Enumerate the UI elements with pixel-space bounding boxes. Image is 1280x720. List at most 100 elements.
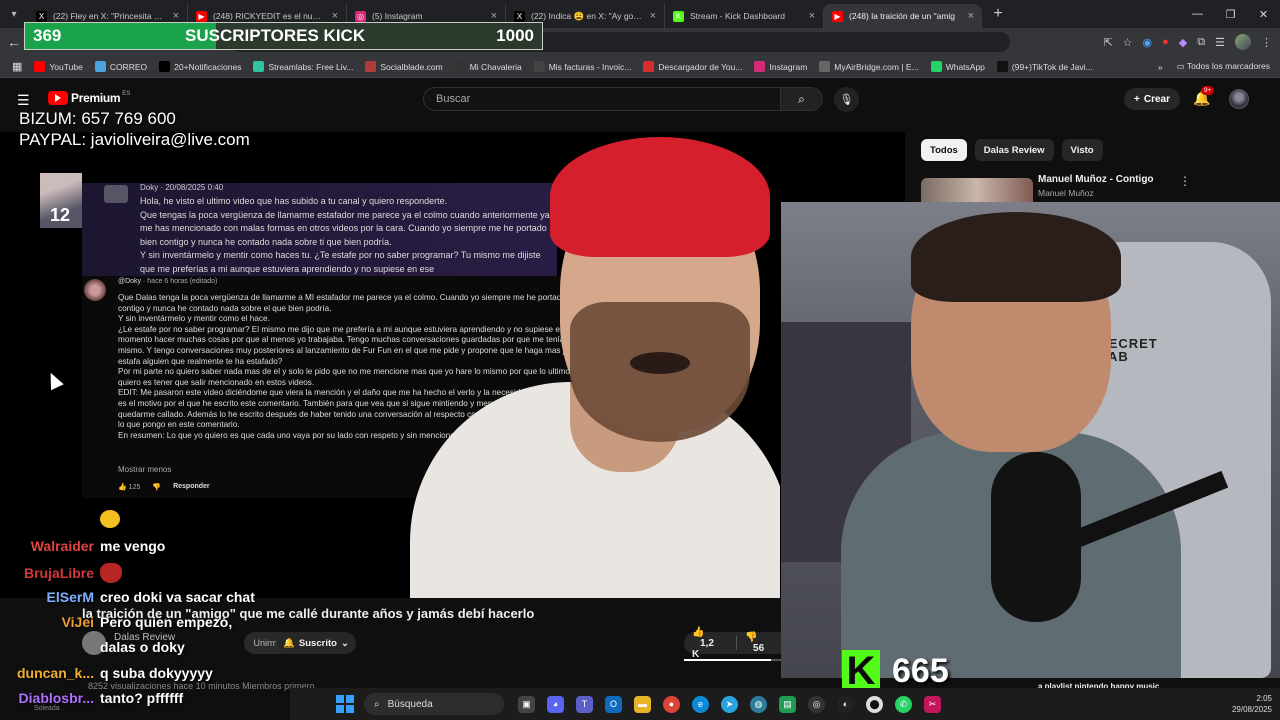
bookmark-item[interactable]: Mis facturas - Invoic...: [533, 61, 631, 72]
more-options-icon[interactable]: ⋮: [1179, 174, 1191, 188]
extension-icon[interactable]: ◉: [1143, 36, 1153, 49]
all-bookmarks-label: Todos los marcadores: [1186, 61, 1270, 71]
close-tab-icon[interactable]: ×: [809, 10, 815, 22]
bookmark-favicon-icon: [34, 61, 46, 72]
reply-button[interactable]: Responder: [173, 483, 210, 491]
extension-icon[interactable]: ●: [1162, 36, 1169, 48]
bookmark-item[interactable]: (99+)TikTok de Javi...: [996, 61, 1093, 72]
notifications-bell-icon[interactable]: 🔔 9+: [1193, 86, 1215, 107]
file-explorer-icon[interactable]: ▬: [634, 695, 651, 713]
chat-text: dalas o doky: [100, 639, 185, 655]
search-icon[interactable]: ⌕: [781, 87, 823, 111]
spreadsheet-icon[interactable]: ▤: [779, 695, 796, 713]
dislike-icon[interactable]: 👎: [152, 483, 161, 491]
bookmark-label: MyAirBridge.com | E...: [834, 61, 919, 72]
edge-icon[interactable]: e: [692, 695, 709, 713]
menu-kebab-icon[interactable]: ⋮: [1261, 36, 1272, 49]
show-less-link[interactable]: Mostrar menos: [118, 465, 171, 474]
bookmark-item[interactable]: CORREO: [94, 61, 147, 72]
close-window-icon[interactable]: ✕: [1247, 0, 1280, 28]
recommended-channel: Manuel Muñoz: [1038, 188, 1094, 198]
bookmark-item[interactable]: YouTube: [34, 61, 83, 72]
extension-icon[interactable]: ◆: [1179, 36, 1187, 49]
comment-author: Doky · 20/08/2025 0:40: [140, 183, 224, 192]
like-icon[interactable]: 👍 125: [118, 483, 140, 491]
bookmark-label: 20+Notificaciones: [174, 61, 242, 72]
kick-viewer-count: 665: [892, 651, 949, 690]
bookmark-item[interactable]: Mi Chavaleria: [454, 61, 522, 72]
bookmark-item[interactable]: Socialblade.com: [365, 61, 443, 72]
logo-country: ES: [122, 91, 131, 97]
youtube-logo[interactable]: Premium ES: [48, 91, 130, 105]
telegram-icon[interactable]: ➤: [721, 695, 738, 713]
filter-chip[interactable]: Dalas Review: [974, 139, 1054, 161]
bookmarks-bar: ▦ YouTube CORREO 20+Notificaciones Streamla…: [0, 56, 1280, 78]
like-button[interactable]: 👍 1,2 K: [684, 627, 736, 660]
close-tab-icon[interactable]: ×: [332, 10, 338, 22]
close-tab-icon[interactable]: ×: [650, 10, 656, 22]
subs-goal: 1000: [496, 26, 534, 45]
close-tab-icon[interactable]: ×: [173, 10, 179, 22]
bookmark-star-icon[interactable]: ☆: [1123, 36, 1133, 49]
filter-chip[interactable]: Visto: [1061, 139, 1103, 161]
bookmark-item[interactable]: MyAirBridge.com | E...: [819, 61, 919, 72]
dislike-button[interactable]: 👎 56: [737, 632, 781, 654]
bookmark-favicon-icon: [819, 61, 831, 72]
puzzle-icon[interactable]: ⧉: [1197, 36, 1205, 49]
user-avatar[interactable]: [1229, 89, 1249, 109]
chevron-right-icon[interactable]: »: [1158, 62, 1163, 72]
minimize-icon[interactable]: —: [1181, 0, 1214, 28]
cast-icon[interactable]: ⇱: [1103, 36, 1112, 49]
outlook-icon[interactable]: O: [605, 695, 622, 713]
chat-username: ViJei: [61, 614, 94, 630]
all-bookmarks-folder[interactable]: ▭ Todos los marcadores: [1177, 61, 1270, 72]
whatsapp-icon[interactable]: ✆: [895, 695, 912, 713]
app-icon[interactable]: ⬤: [866, 695, 883, 713]
snipping-tool-icon[interactable]: ✂: [924, 695, 941, 713]
system-clock[interactable]: 2:05 29/08/2025: [1232, 693, 1272, 715]
windows-start-icon[interactable]: [336, 695, 354, 713]
bizum-line: BIZUM: 657 769 600: [19, 109, 176, 128]
new-tab-button[interactable]: +: [986, 5, 1010, 23]
steam-icon[interactable]: ◎: [808, 695, 825, 713]
hamburger-menu-icon[interactable]: ☰: [17, 92, 31, 109]
globe-icon[interactable]: ◍: [750, 695, 767, 713]
apps-grid-icon[interactable]: ▦: [12, 60, 22, 73]
clock-date: 29/08/2025: [1231, 705, 1272, 714]
search-input[interactable]: Buscar: [423, 87, 781, 111]
discord-icon[interactable]: ◕: [547, 695, 564, 713]
chat-text: Pero quien empezó,: [100, 614, 233, 630]
chat-message: ViJei Pero quien empezó,: [0, 614, 233, 630]
chat-text: q suba dokyyyyy: [100, 665, 213, 681]
obs-icon[interactable]: ◐: [837, 695, 854, 713]
search-icon: ⌕: [374, 698, 380, 710]
taskbar-search[interactable]: ⌕ Búsqueda: [364, 693, 504, 715]
smile-emote-icon: [100, 510, 120, 528]
maximize-icon[interactable]: ❐: [1214, 0, 1247, 28]
chat-username: Walraider: [30, 538, 94, 554]
bookmark-item[interactable]: Descargador de You...: [643, 61, 742, 72]
chat-message: [0, 510, 120, 528]
recommended-video[interactable]: Manuel Muñoz - Contigo Manuel Muñoz ⋮: [921, 174, 1261, 202]
bookmark-item[interactable]: Streamlabs: Free Liv...: [253, 61, 353, 72]
browser-tab[interactable]: ▶ (248) la traición de un "amig ×: [823, 4, 982, 28]
bookmark-item[interactable]: Instagram: [754, 61, 807, 72]
microphone-icon[interactable]: 🎙: [834, 87, 859, 112]
bookmark-item[interactable]: 20+Notificaciones: [159, 61, 241, 72]
filter-chip[interactable]: Todos: [921, 139, 967, 161]
task-view-icon[interactable]: ▣: [518, 695, 535, 713]
thumb-number: 12: [50, 205, 71, 225]
reading-list-icon[interactable]: ☰: [1215, 36, 1225, 49]
tab-favicon-icon: ◎: [355, 10, 366, 22]
browser-tab[interactable]: K Stream - Kick Dashboard ×: [664, 4, 823, 28]
chrome-icon[interactable]: ●: [663, 695, 680, 713]
close-tab-icon[interactable]: ×: [491, 10, 497, 22]
teams-icon[interactable]: T: [576, 695, 593, 713]
kick-viewer-counter: K 665: [842, 649, 949, 693]
like-dislike-bar: 👍 1,2 K 👎 56: [684, 627, 781, 660]
close-tab-icon[interactable]: ×: [968, 10, 974, 22]
profile-avatar[interactable]: [1235, 34, 1251, 50]
bookmark-item[interactable]: WhatsApp: [930, 61, 985, 72]
create-button[interactable]: + Crear: [1124, 88, 1180, 110]
chat-message: duncan_k... q suba dokyyyyy: [0, 665, 213, 681]
